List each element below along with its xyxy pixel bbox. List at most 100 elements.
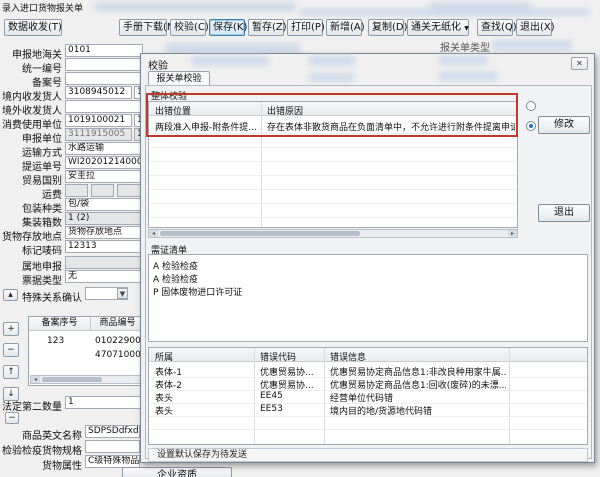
tab-declaration-validation[interactable]: 报关单校验: [148, 71, 210, 86]
trade-country-field[interactable]: 安圭拉: [65, 170, 143, 183]
scroll-left-icon[interactable]: ◂: [149, 230, 158, 237]
cert-item[interactable]: A 检验检疫: [153, 259, 198, 272]
field-label: 备案号: [32, 78, 62, 89]
grid-header-hs-code[interactable]: 商品编号: [91, 317, 143, 331]
enterprise-qualification-button[interactable]: 企业资质: [122, 467, 232, 477]
grid-header-record-seq[interactable]: 备案序号: [29, 317, 91, 331]
result-table[interactable]: 所属 错误代码 错误信息 表体-1 优惠贸易协... 优惠贸易协定商品信息1:非…: [148, 347, 588, 445]
scroll-left-icon[interactable]: ◂: [31, 376, 40, 383]
declaration-entry-window: 录入进口货物报关单 数据收发(T) 手册下载(M) 校验(C) 保存(K) 暂存…: [0, 0, 600, 477]
add-row-button[interactable]: +: [3, 322, 19, 336]
redacted-area: [430, 2, 530, 12]
field-label: 包装种类: [22, 204, 62, 215]
field-label: 提运单号: [22, 162, 62, 173]
field-label: 运费: [42, 190, 62, 201]
exit-button[interactable]: 退出(X): [516, 19, 555, 36]
close-icon[interactable]: ✕: [571, 57, 588, 70]
result-cell[interactable]: EE53: [260, 404, 320, 414]
storage-location-field[interactable]: 货物存放地点: [65, 226, 143, 239]
new-button[interactable]: 新增(A): [326, 19, 365, 36]
redacted-area: [309, 56, 355, 66]
error-highlight-box: [146, 93, 518, 137]
option-radio-selected[interactable]: [526, 121, 536, 131]
declaring-unit-field: 3111915005: [65, 128, 132, 141]
data-send-button[interactable]: 数据收发(T): [4, 19, 62, 36]
field-label: 贸易国别: [22, 176, 62, 187]
scrollbar-thumb[interactable]: [42, 377, 102, 382]
field-label: 统一编号: [22, 64, 62, 75]
manual-download-button[interactable]: 手册下载(M): [119, 19, 179, 36]
transport-mode-field[interactable]: 水路运输: [65, 142, 143, 155]
scroll-right-icon[interactable]: ▸: [508, 230, 517, 237]
domestic-consignee-field[interactable]: 3108945012: [65, 86, 132, 99]
validation-dialog: 校验 ✕ 报关单校验 整体校验 出错位置 出错原因 两段准入申报-附条件提...…: [140, 53, 595, 463]
radio-dot: [529, 124, 533, 128]
chevron-down-icon: ▼: [464, 25, 469, 32]
packing-type-field[interactable]: 包/袋: [65, 198, 143, 211]
result-cell[interactable]: EE45: [260, 391, 320, 401]
col-belongs[interactable]: 所属: [155, 350, 250, 363]
consumption-unit-field[interactable]: 1019100021: [65, 114, 132, 127]
col-error-code[interactable]: 错误代码: [260, 350, 320, 363]
field-label: 运输方式: [22, 148, 62, 159]
paperless-label: 通关无纸化: [411, 22, 461, 33]
dialog-title: 校验: [148, 61, 168, 72]
redacted-area: [439, 72, 497, 81]
grid-cell[interactable]: 47071000: [95, 350, 141, 360]
redacted-area: [95, 2, 295, 12]
redacted-area: [439, 56, 487, 65]
move-up-button[interactable]: ↑: [3, 365, 19, 379]
field-label: 票据类型: [22, 276, 62, 287]
field-label: 属地申报: [22, 262, 62, 273]
chevron-down-icon[interactable]: ▼: [117, 288, 128, 299]
paperless-dropdown-button[interactable]: 通关无纸化 ▼: [407, 19, 469, 36]
local-declaration-field: [65, 256, 143, 269]
find-button[interactable]: 查找(Q): [477, 19, 517, 36]
en-name-field[interactable]: SDPSDdfxd12: [85, 425, 140, 438]
dialog-exit-button[interactable]: 退出: [538, 204, 590, 222]
document-type-field[interactable]: 无: [65, 270, 143, 283]
redacted-area: [191, 56, 269, 66]
cert-item[interactable]: A 检验检疫: [153, 272, 198, 285]
grid-cell[interactable]: 01022900: [95, 336, 141, 346]
col-error-message[interactable]: 错误信息: [330, 350, 500, 363]
error-table-scrollbar[interactable]: ◂ ▸: [148, 229, 518, 238]
option-radio-unselected[interactable]: [526, 101, 536, 111]
cert-item[interactable]: P 固体废物进口许可证: [153, 285, 242, 298]
marks-numbers-field[interactable]: 12313: [65, 240, 143, 253]
field-label: 货物存放地点: [2, 232, 62, 243]
container-count-field: 1 (2): [65, 212, 143, 225]
field-label: 标记唛码: [22, 246, 62, 257]
redacted-area: [492, 40, 572, 50]
grid-cell[interactable]: 123: [47, 336, 64, 346]
overseas-consignor-field[interactable]: [65, 100, 143, 113]
freight-field-1[interactable]: [65, 184, 88, 197]
second-qty-field[interactable]: 1: [65, 396, 143, 409]
goods-grid[interactable]: 备案序号 商品编号 123 01022900 47071000 ◂: [28, 316, 144, 386]
cert-listbox[interactable]: A 检验检疫 A 检验检疫 P 固体废物进口许可证: [148, 254, 588, 342]
temp-save-button[interactable]: 暂存(Z): [248, 19, 287, 36]
unified-no-field[interactable]: [65, 58, 143, 71]
print-button[interactable]: 打印(P): [287, 19, 325, 36]
bill-of-lading-field[interactable]: WI2020121400001: [65, 156, 143, 169]
freight-field-2[interactable]: [91, 184, 114, 197]
field-label: 境内收发货人: [2, 92, 62, 103]
customs-district-field[interactable]: 0101: [65, 44, 143, 57]
record-no-field[interactable]: [65, 72, 143, 85]
collapse-button[interactable]: ▴: [3, 289, 18, 301]
remove-row-button[interactable]: −: [3, 343, 19, 357]
collapse-lower-button[interactable]: −: [5, 412, 19, 424]
field-label: 境外收发货人: [2, 106, 62, 117]
grid-horizontal-scrollbar[interactable]: ◂: [30, 375, 142, 384]
field-label: 申报单位: [22, 134, 62, 145]
validate-button[interactable]: 校验(C): [170, 19, 209, 36]
modify-button[interactable]: 修改: [538, 116, 590, 134]
scrollbar-thumb[interactable]: [160, 231, 360, 236]
ciq-spec-field[interactable]: [85, 440, 140, 453]
goods-attr-label: 货物属性: [42, 461, 82, 472]
second-qty-label: 法定第二数量: [2, 402, 62, 413]
copy-button[interactable]: 复制(D): [368, 19, 408, 36]
save-button[interactable]: 保存(K): [209, 19, 247, 36]
window-title: 录入进口货物报关单: [2, 4, 84, 14]
declaration-type-label: 报关单类型: [440, 43, 490, 54]
